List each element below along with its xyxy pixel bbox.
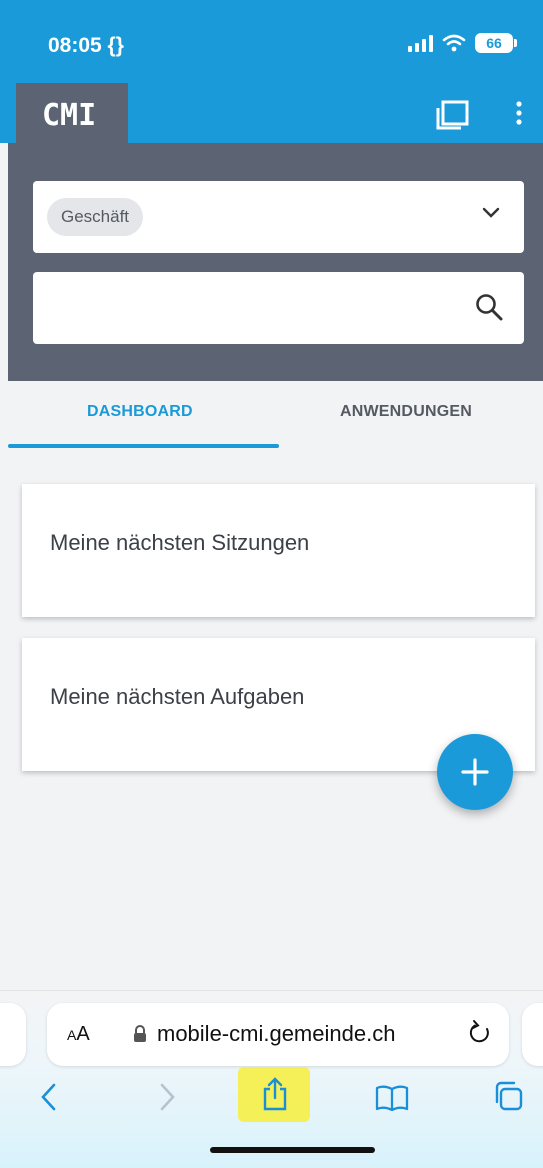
card-meetings[interactable]: Meine nächsten Sitzungen xyxy=(22,484,535,617)
previous-tab-pill[interactable] xyxy=(0,1003,26,1066)
screen: 08:05 {} 66 CMI Geschäft DASHBOARD ANWEN… xyxy=(0,0,543,1168)
search-field[interactable] xyxy=(33,272,524,344)
battery-level: 66 xyxy=(486,35,502,51)
address-bar[interactable]: AA mobile-cmi.gemeinde.ch xyxy=(47,1003,509,1066)
plus-icon xyxy=(461,758,489,786)
wifi-icon xyxy=(442,34,466,52)
forward-icon[interactable] xyxy=(158,1082,176,1112)
reload-icon[interactable] xyxy=(467,1019,493,1047)
card-title: Meine nächsten Aufgaben xyxy=(50,684,305,709)
search-icon[interactable] xyxy=(474,292,504,322)
tab-anwendungen[interactable]: ANWENDUNGEN xyxy=(340,403,472,421)
more-vertical-icon[interactable] xyxy=(512,100,526,126)
windows-icon[interactable] xyxy=(435,100,469,130)
next-tab-pill[interactable] xyxy=(522,1003,543,1066)
card-title: Meine nächsten Sitzungen xyxy=(50,530,310,555)
type-select[interactable]: Geschäft xyxy=(33,181,524,253)
lock-icon xyxy=(134,1025,146,1042)
share-icon[interactable] xyxy=(260,1076,290,1112)
chevron-down-icon[interactable] xyxy=(482,207,500,219)
back-icon[interactable] xyxy=(40,1082,58,1112)
url-text[interactable]: mobile-cmi.gemeinde.ch xyxy=(157,1021,395,1047)
tabs-icon[interactable] xyxy=(492,1080,524,1112)
status-time: 08:05 {} xyxy=(48,34,124,57)
home-indicator xyxy=(210,1147,375,1153)
status-icons: 66 xyxy=(408,33,517,53)
text-size-button[interactable]: AA xyxy=(67,1023,90,1046)
app-logo[interactable]: CMI xyxy=(16,83,128,143)
tab-dashboard[interactable]: DASHBOARD xyxy=(87,403,193,421)
bookmarks-icon[interactable] xyxy=(374,1084,410,1112)
signal-icon xyxy=(408,34,433,52)
filter-panel xyxy=(8,143,543,381)
active-tab-indicator xyxy=(8,444,279,448)
add-button[interactable] xyxy=(437,734,513,810)
type-chip[interactable]: Geschäft xyxy=(47,198,144,236)
battery-icon: 66 xyxy=(475,33,517,53)
search-input[interactable] xyxy=(49,290,449,326)
